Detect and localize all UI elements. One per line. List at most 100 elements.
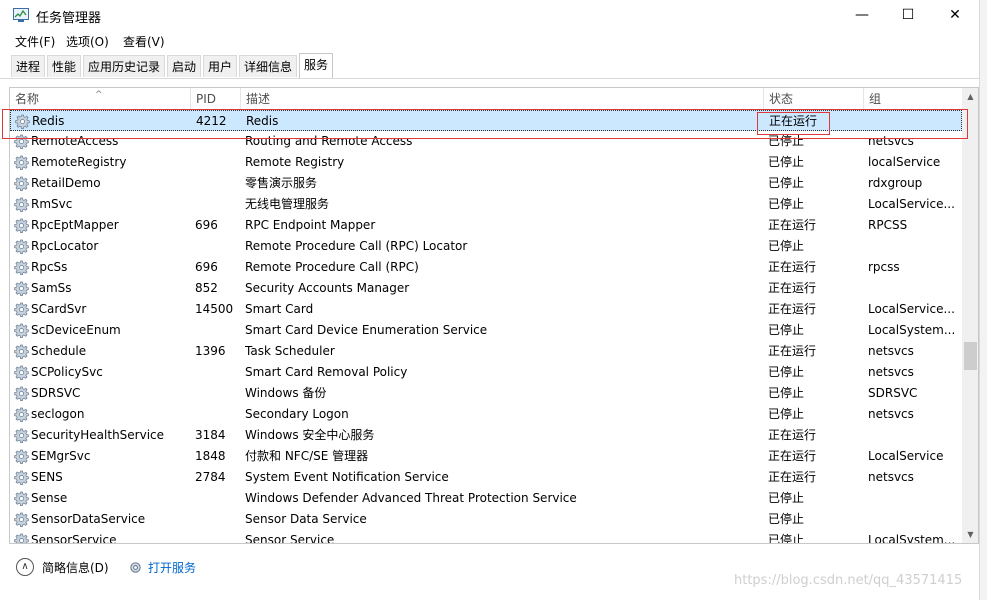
service-status: 正在运行: [768, 449, 817, 463]
column-header-description[interactable]: 描述: [240, 88, 763, 110]
service-description: RPC Endpoint Mapper: [245, 218, 376, 232]
service-gear-icon: [14, 491, 29, 506]
service-status: 正在运行: [768, 344, 817, 358]
table-row[interactable]: seclogon Secondary Logon 已停止 netsvcs: [10, 404, 962, 425]
table-row[interactable]: SENS 2784 System Event Notification Servic…: [10, 467, 962, 488]
service-group: LocalService: [868, 449, 944, 463]
service-description: Task Scheduler: [245, 344, 335, 358]
service-name: Redis: [32, 114, 65, 128]
tab-bar: 进程 性能 应用历史记录 启动 用户 详细信息 服务: [0, 53, 979, 79]
service-status: 已停止: [768, 155, 805, 169]
service-gear-icon: [14, 449, 29, 464]
maximize-button[interactable]: ☐: [885, 0, 931, 30]
chevron-up-icon: ∧: [16, 558, 34, 576]
table-row[interactable]: SDRSVC Windows 备份 已停止 SDRSVC: [10, 383, 962, 404]
table-row[interactable]: SEMgrSvc 1848 付款和 NFC/SE 管理器 正在运行 LocalServi…: [10, 446, 962, 467]
service-pid: 696: [195, 260, 218, 274]
service-name: SensorService: [31, 533, 117, 544]
service-name: RpcEptMapper: [31, 218, 119, 232]
service-description: 无线电管理服务: [245, 197, 330, 211]
table-row[interactable]: RemoteAccess Routing and Remote Access 已停止…: [10, 131, 962, 152]
service-group: LocalService...: [868, 197, 955, 211]
service-pid: [195, 362, 240, 383]
service-group: netsvcs: [868, 365, 914, 379]
service-description: Security Accounts Manager: [245, 281, 410, 295]
service-pid: [195, 320, 240, 341]
table-row[interactable]: ScDeviceEnum Smart Card Device Enumeratio…: [10, 320, 962, 341]
column-header-status[interactable]: 状态: [763, 88, 863, 110]
tab-processes[interactable]: 进程: [11, 55, 46, 77]
service-pid: [195, 194, 240, 215]
table-row[interactable]: RmSvc 无线电管理服务 已停止 LocalService...: [10, 194, 962, 215]
service-pid: [195, 383, 240, 404]
service-name: SCardSvr: [31, 302, 87, 316]
service-name: RemoteRegistry: [31, 155, 127, 169]
service-group: [869, 111, 959, 132]
table-row[interactable]: SecurityHealthService 3184 Windows 安全中心服务 正…: [10, 425, 962, 446]
service-description: Remote Procedure Call (RPC) Locator: [245, 239, 468, 253]
table-row[interactable]: RemoteRegistry Remote Registry 已停止 localSer…: [10, 152, 962, 173]
service-status: 正在运行: [768, 470, 817, 484]
tab-users[interactable]: 用户: [203, 55, 238, 77]
service-pid: 14500: [195, 302, 234, 316]
table-row[interactable]: RetailDemo 零售演示服务 已停止 rdxgroup: [10, 173, 962, 194]
table-row-selected[interactable]: Redis 4212 Redis 正在运行: [10, 110, 962, 131]
table-row[interactable]: Schedule 1396 Task Scheduler 正在运行 netsvcs: [10, 341, 962, 362]
service-gear-icon: [14, 197, 29, 212]
menu-options[interactable]: 选项(O): [66, 33, 109, 50]
table-row[interactable]: Sense Windows Defender Advanced Threat Pr…: [10, 488, 962, 509]
table-row[interactable]: SensorService Sensor Service 已停止 LocalSyste…: [10, 530, 962, 544]
service-description: System Event Notification Service: [245, 470, 449, 484]
table-row[interactable]: SCPolicySvc Smart Card Removal Policy 已停止 n…: [10, 362, 962, 383]
service-gear-icon: [15, 114, 30, 129]
scroll-down-icon[interactable]: ▼: [962, 526, 978, 543]
services-table: 名称 ^ PID 描述 状态 组 Redis 4212 Redis 正在运行 Remot…: [9, 87, 979, 544]
service-status: 已停止: [768, 134, 805, 148]
service-status: 已停止: [768, 197, 805, 211]
service-pid: 4212: [196, 114, 227, 128]
menu-view[interactable]: 查看(V): [123, 33, 165, 50]
scroll-up-icon[interactable]: ▲: [962, 88, 978, 105]
table-row[interactable]: RpcLocator Remote Procedure Call (RPC) Lo…: [10, 236, 962, 257]
table-row[interactable]: SamSs 852 Security Accounts Manager 正在运行: [10, 278, 962, 299]
service-description: Smart Card Device Enumeration Service: [245, 323, 488, 337]
table-row[interactable]: RpcEptMapper 696 RPC Endpoint Mapper 正在运行 RP…: [10, 215, 962, 236]
table-row[interactable]: RpcSs 696 Remote Procedure Call (RPC) 正在运行 r…: [10, 257, 962, 278]
service-pid: 1848: [195, 449, 226, 463]
service-pid: [195, 152, 240, 173]
service-group: RPCSS: [868, 218, 908, 232]
table-row[interactable]: SensorDataService Sensor Data Service 已停止: [10, 509, 962, 530]
service-description: Remote Procedure Call (RPC): [245, 260, 419, 274]
service-name: SamSs: [31, 281, 72, 295]
service-group: netsvcs: [868, 407, 914, 421]
service-gear-icon: [14, 239, 29, 254]
tab-services[interactable]: 服务: [299, 53, 334, 78]
service-gear-icon: [14, 512, 29, 527]
tab-app-history[interactable]: 应用历史记录: [83, 55, 166, 77]
table-row[interactable]: SCardSvr 14500 Smart Card 正在运行 LocalService.…: [10, 299, 962, 320]
service-pid: 3184: [195, 428, 226, 442]
column-header-name[interactable]: 名称 ^: [10, 88, 190, 110]
service-group: [868, 425, 958, 446]
service-name: RpcSs: [31, 260, 68, 274]
service-gear-icon: [14, 134, 29, 149]
menu-file[interactable]: 文件(F): [15, 33, 55, 50]
tab-startup[interactable]: 启动: [167, 55, 202, 77]
service-pid: [195, 509, 240, 530]
service-status: 已停止: [768, 512, 805, 526]
title-bar: 任务管理器 — ☐ ✕: [0, 0, 979, 30]
column-header-pid[interactable]: PID: [190, 88, 240, 110]
service-status: 正在运行: [768, 260, 817, 274]
service-name: SDRSVC: [31, 386, 81, 400]
tab-performance[interactable]: 性能: [47, 55, 82, 77]
service-name: Schedule: [31, 344, 87, 358]
service-gear-icon: [14, 155, 29, 170]
close-button[interactable]: ✕: [932, 0, 978, 30]
column-header-group[interactable]: 组: [863, 88, 962, 110]
scrollbar-thumb[interactable]: [964, 342, 977, 370]
service-gear-icon: [14, 365, 29, 380]
minimize-button[interactable]: —: [839, 0, 885, 30]
vertical-scrollbar[interactable]: ▲ ▼: [962, 88, 978, 543]
tab-details[interactable]: 详细信息: [239, 55, 298, 77]
service-pid: [195, 173, 240, 194]
